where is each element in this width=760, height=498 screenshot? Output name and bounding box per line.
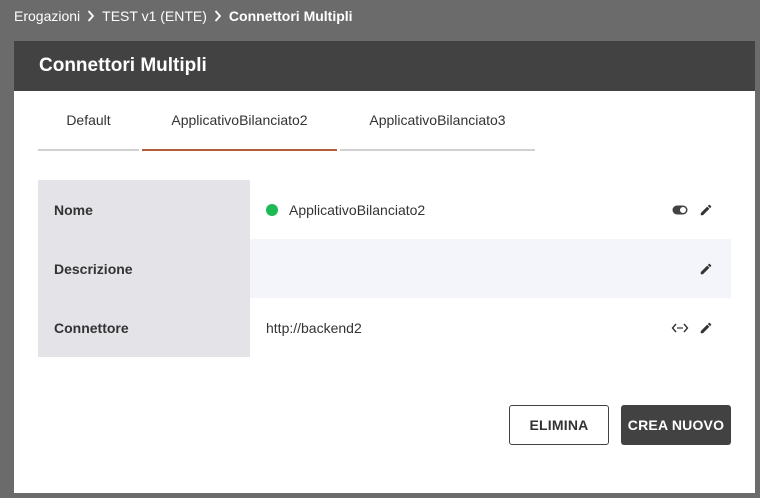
row-value: http://backend2 [250, 298, 731, 357]
tab-label: ApplicativoBilanciato3 [369, 112, 506, 128]
row-actions [671, 319, 715, 337]
row-value: ApplicativoBilanciato2 [250, 180, 731, 239]
status-enabled-icon [266, 203, 278, 216]
tab-applicativo-bilanciato3[interactable]: ApplicativoBilanciato3 [340, 91, 535, 151]
breadcrumb-item-current: Connettori Multipli [228, 7, 353, 24]
edit-icon[interactable] [697, 260, 715, 278]
breadcrumb-item-test-v1[interactable]: TEST v1 (ENTE) [102, 8, 207, 24]
card-title: Connettori Multipli [39, 55, 207, 76]
tab-label: ApplicativoBilanciato2 [171, 112, 308, 128]
tab-bar: Default ApplicativoBilanciato2 Applicati… [38, 91, 538, 151]
row-actions [671, 201, 715, 219]
chevron-right-icon [207, 8, 229, 24]
nome-value: ApplicativoBilanciato2 [289, 201, 426, 218]
tab-label: Default [66, 112, 111, 128]
code-icon[interactable] [671, 319, 689, 337]
card-header: Connettori Multipli [14, 41, 755, 91]
breadcrumb-item-erogazioni[interactable]: Erogazioni [14, 8, 80, 24]
details-table: Nome ApplicativoBilanciato2 Descrizione … [38, 180, 731, 357]
connettore-value: http://backend2 [266, 319, 362, 336]
edit-icon[interactable] [697, 201, 715, 219]
row-connettore: Connettore http://backend2 [38, 298, 731, 357]
row-label: Nome [38, 180, 250, 239]
toggle-icon[interactable] [671, 201, 689, 219]
chevron-right-icon [80, 8, 102, 24]
row-value [250, 239, 731, 298]
row-nome: Nome ApplicativoBilanciato2 [38, 180, 731, 239]
row-label: Connettore [38, 298, 250, 357]
connettori-card: Connettori Multipli Default ApplicativoB… [14, 41, 755, 493]
edit-icon[interactable] [697, 319, 715, 337]
tab-default[interactable]: Default [38, 91, 139, 151]
row-label: Descrizione [38, 239, 250, 298]
value-wrapper: ApplicativoBilanciato2 [266, 202, 671, 218]
create-new-button[interactable]: CREA NUOVO [621, 405, 731, 445]
tab-applicativo-bilanciato2[interactable]: ApplicativoBilanciato2 [142, 91, 337, 151]
breadcrumb: Erogazioni TEST v1 (ENTE) Connettori Mul… [0, 0, 760, 31]
row-actions [697, 260, 715, 278]
delete-button[interactable]: ELIMINA [509, 405, 609, 445]
row-descrizione: Descrizione [38, 239, 731, 298]
